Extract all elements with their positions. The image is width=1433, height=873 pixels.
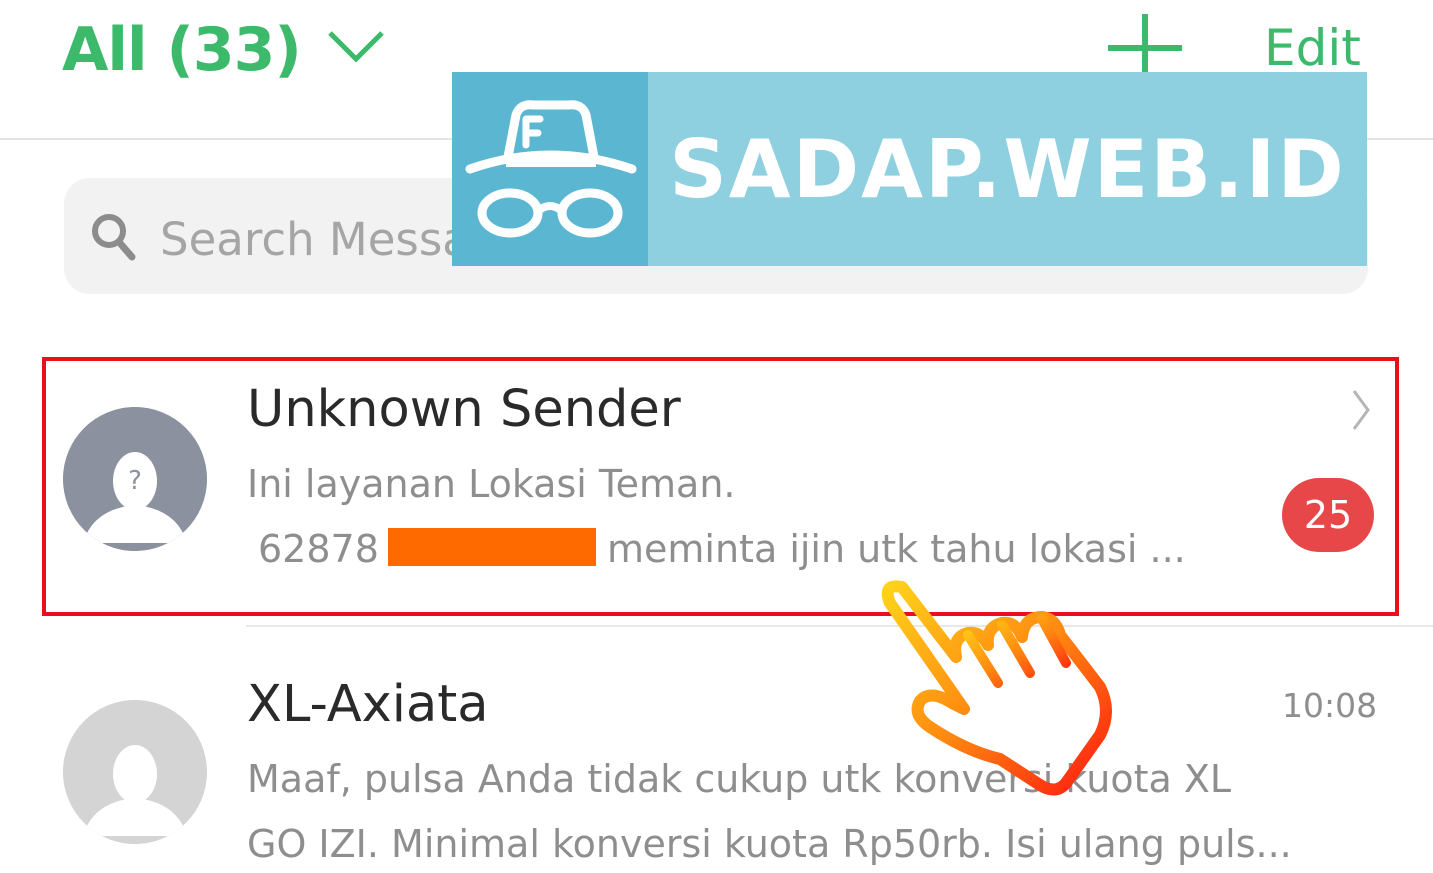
incognito-icon xyxy=(452,72,648,266)
message-time: 10:08 xyxy=(1282,686,1378,725)
conversation-filter-dropdown[interactable]: All (33) xyxy=(62,10,385,90)
message-preview-line2: meminta ijin utk tahu lokasi ... xyxy=(607,527,1186,571)
sender-name: Unknown Sender xyxy=(247,380,681,439)
avatar: ? xyxy=(63,407,207,551)
unread-count-badge: 25 xyxy=(1282,478,1374,552)
redacted-number xyxy=(388,528,596,566)
tap-hand-icon xyxy=(881,580,1112,796)
row-divider xyxy=(246,625,1433,627)
avatar xyxy=(63,700,207,844)
avatar-glyph: ? xyxy=(128,466,142,496)
message-preview-line2: GO IZI. Minimal konversi kuota Rp50rb. I… xyxy=(247,822,1292,866)
plus-icon[interactable] xyxy=(1108,14,1182,78)
filter-label: All (33) xyxy=(62,15,302,85)
chevron-down-icon xyxy=(328,31,384,63)
chevron-right-icon xyxy=(1352,390,1370,430)
watermark-text: SADAP.WEB.ID xyxy=(669,122,1346,216)
sender-number-prefix: 62878 xyxy=(258,527,379,571)
message-preview-line1: Ini layanan Lokasi Teman. xyxy=(247,462,736,506)
edit-button[interactable]: Edit xyxy=(1264,16,1361,80)
search-icon xyxy=(92,214,136,261)
watermark-banner: SADAP.WEB.ID xyxy=(452,72,1367,266)
sender-name: XL-Axiata xyxy=(247,675,489,734)
